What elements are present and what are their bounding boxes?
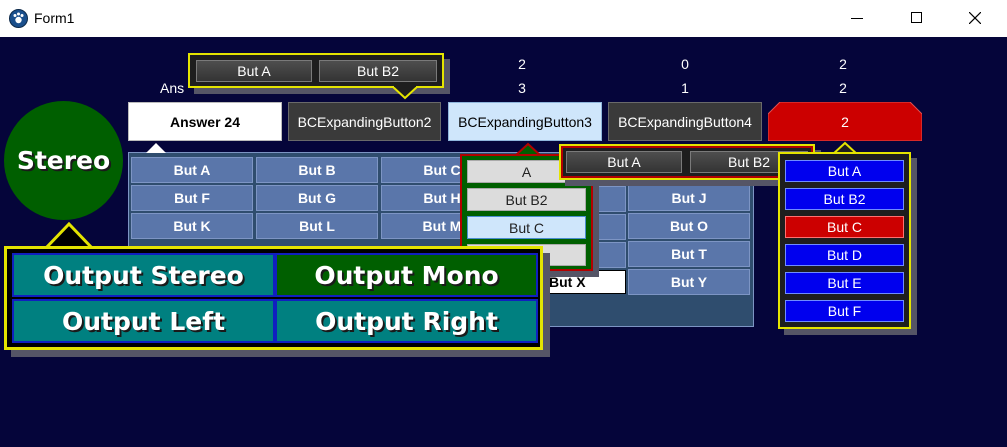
minimize-icon: [851, 18, 863, 19]
app-icon: [9, 9, 28, 28]
grid-button[interactable]: But T: [628, 241, 750, 267]
title-bar: Form1: [0, 0, 1007, 37]
answer-expanding-button[interactable]: Answer 24: [128, 102, 282, 141]
maximize-icon: [911, 12, 922, 23]
right-popup-item[interactable]: But D: [785, 244, 904, 266]
output-stereo-button[interactable]: Output Stereo: [12, 253, 275, 297]
right-popup-item[interactable]: But E: [785, 272, 904, 294]
stereo-button[interactable]: Stereo: [4, 101, 123, 220]
grid-button[interactable]: But L: [256, 213, 378, 239]
count-label: 1: [681, 80, 689, 96]
minimize-button[interactable]: [834, 0, 880, 37]
expanding-button-2[interactable]: BCExpandingButton2: [288, 102, 441, 141]
list-popup-item-selected[interactable]: But C: [467, 216, 586, 239]
count-label: 2: [518, 56, 526, 72]
grid-button[interactable]: But Y: [628, 269, 750, 295]
close-button[interactable]: [952, 0, 998, 37]
grid-button[interactable]: But B: [256, 157, 378, 183]
output-right-button[interactable]: Output Right: [275, 299, 538, 343]
count-label: 0: [681, 56, 689, 72]
output-left-button[interactable]: Output Left: [12, 299, 275, 343]
grid-button[interactable]: But A: [131, 157, 253, 183]
window-title: Form1: [34, 10, 75, 26]
top-popup: But A But B2: [188, 53, 444, 88]
popup-pointer-icon: [392, 86, 418, 100]
pointer-arrow-icon: [146, 143, 166, 153]
grid-button[interactable]: But J: [628, 185, 750, 211]
close-icon: [969, 12, 981, 24]
right-popup-item[interactable]: But F: [785, 300, 904, 322]
count-label: 2: [839, 56, 847, 72]
grid-button[interactable]: But G: [256, 185, 378, 211]
grid-button[interactable]: But O: [628, 213, 750, 239]
list-popup-item[interactable]: But B2: [467, 188, 586, 211]
expanding-button-4[interactable]: BCExpandingButton4: [608, 102, 762, 141]
grid-button[interactable]: But F: [131, 185, 253, 211]
count-label: 3: [518, 80, 526, 96]
output-mono-button[interactable]: Output Mono: [275, 253, 538, 297]
popup-button[interactable]: But A: [196, 60, 312, 82]
expanding-button-5-label: 2: [841, 113, 849, 130]
count-label: 2: [839, 80, 847, 96]
right-popup-item[interactable]: But B2: [785, 188, 904, 210]
output-popup: Output Stereo Output Mono Output Left Ou…: [4, 246, 543, 350]
popup-button[interactable]: But A: [566, 151, 682, 173]
expanding-button-3[interactable]: BCExpandingButton3: [448, 102, 602, 141]
popup-button[interactable]: But B2: [319, 60, 437, 82]
middle-popup: But A But B2: [559, 144, 815, 180]
grid-button[interactable]: But K: [131, 213, 253, 239]
right-popup: But A But B2 But C But D But E But F: [778, 152, 911, 329]
stereo-label: Stereo: [16, 146, 111, 175]
expanding-button-5[interactable]: 2: [768, 102, 922, 141]
right-popup-item[interactable]: But A: [785, 160, 904, 182]
maximize-button[interactable]: [894, 0, 940, 37]
right-popup-item-selected[interactable]: But C: [785, 216, 904, 238]
